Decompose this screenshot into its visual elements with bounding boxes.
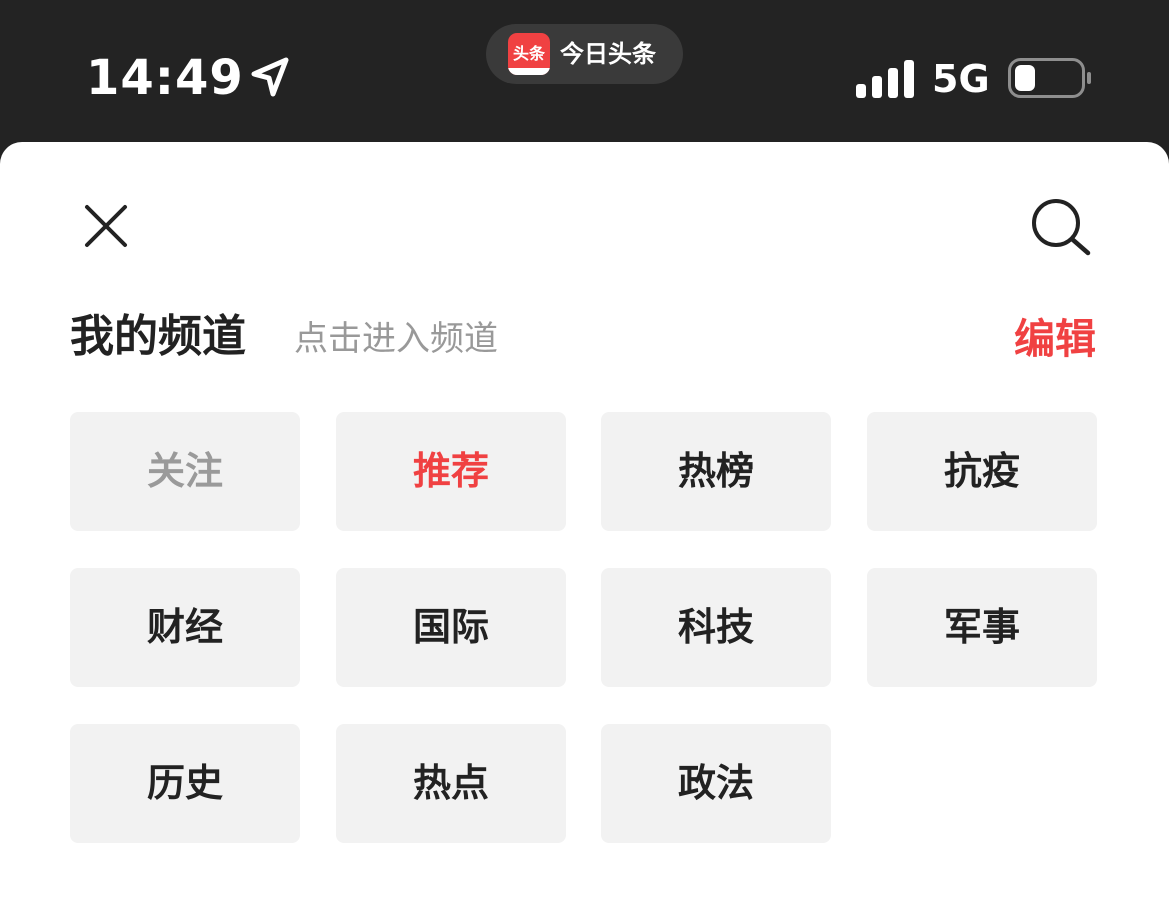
channel-chip[interactable]: 抗疫	[867, 412, 1097, 531]
close-icon[interactable]	[84, 204, 128, 248]
channel-chip[interactable]: 热点	[336, 724, 566, 843]
channel-chip[interactable]: 财经	[70, 568, 300, 687]
channel-sheet: 我的频道 点击进入频道 编辑 关注 推荐 热榜 抗疫 财经 国际 科技 军事 历…	[0, 142, 1169, 922]
channel-chip[interactable]: 历史	[70, 724, 300, 843]
search-icon[interactable]	[1030, 198, 1092, 256]
toutiao-logo-icon: 头条	[508, 33, 550, 75]
page-title: 我的频道	[70, 311, 246, 362]
page-subtitle: 点击进入频道	[294, 319, 498, 359]
channel-chip[interactable]: 军事	[867, 568, 1097, 687]
channel-chip[interactable]: 国际	[336, 568, 566, 687]
location-arrow-icon	[251, 57, 289, 97]
status-bar: 14:49 头条 今日头条 5G	[0, 0, 1169, 142]
network-type: 5G	[932, 57, 990, 101]
channel-chip[interactable]: 推荐	[336, 412, 566, 531]
island-app-name: 今日头条	[560, 40, 656, 68]
status-time: 14:49	[86, 50, 244, 106]
edit-button[interactable]: 编辑	[1014, 314, 1096, 364]
dynamic-island-activity[interactable]: 头条 今日头条	[486, 24, 683, 84]
channel-chip[interactable]: 热榜	[601, 412, 831, 531]
channel-chip[interactable]: 科技	[601, 568, 831, 687]
cellular-signal-icon	[856, 60, 914, 98]
channel-chip[interactable]: 关注	[70, 412, 300, 531]
battery-icon	[1008, 58, 1091, 98]
channel-chip[interactable]: 政法	[601, 724, 831, 843]
